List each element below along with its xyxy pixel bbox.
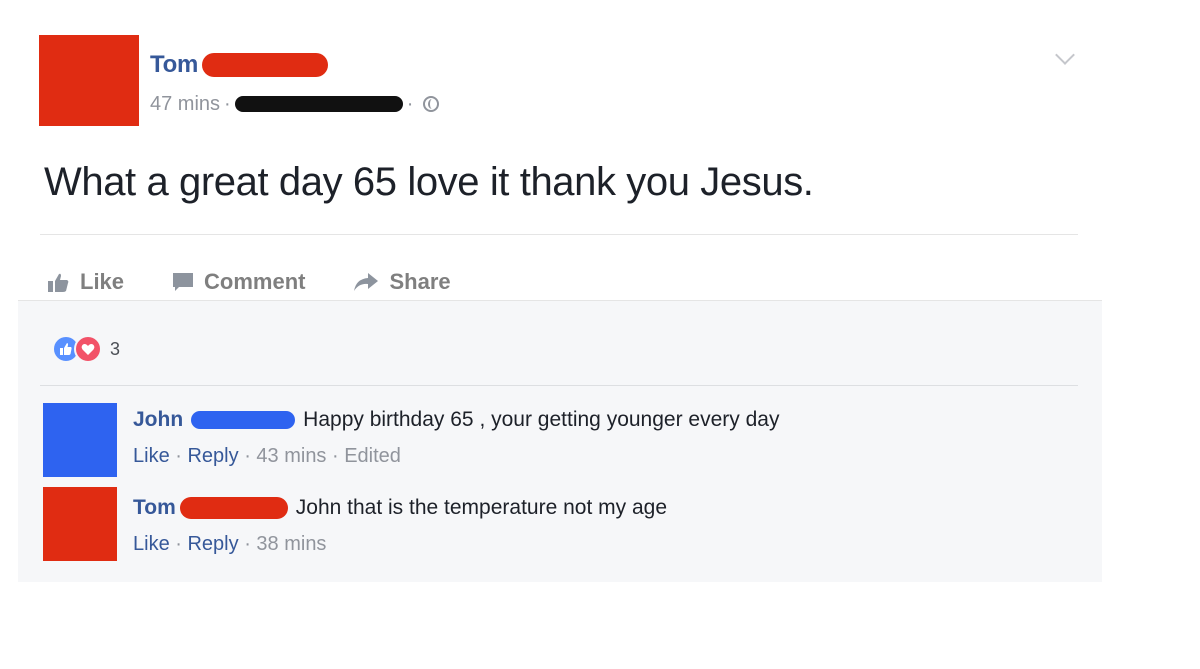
comment-reply-link[interactable]: Reply [187, 445, 238, 467]
separator-dot: · [244, 445, 257, 467]
divider [40, 385, 1078, 386]
like-button[interactable]: Like [48, 269, 124, 295]
post-card: Tom 47 mins · · What a great day 65 love… [18, 14, 1102, 582]
comment-like-link[interactable]: Like [133, 445, 170, 467]
comment-text: Happy birthday 65 , your getting younger… [303, 408, 780, 431]
post-text: What a great day 65 love it thank you Je… [44, 160, 814, 204]
comment-button[interactable]: Comment [172, 269, 305, 295]
commenter-name[interactable]: John [133, 408, 183, 432]
comment-icon [172, 272, 194, 292]
post-time[interactable]: 47 mins [150, 93, 220, 116]
comment-edited[interactable]: Edited [344, 445, 401, 467]
separator-dot: · [332, 445, 345, 467]
thumbs-up-icon [48, 272, 70, 292]
divider [40, 234, 1078, 235]
commenter-avatar[interactable] [43, 487, 117, 561]
redacted-surname [201, 53, 328, 77]
comments-section: 3 John Happy birthday 65 , your getting … [18, 300, 1102, 582]
author-avatar[interactable] [39, 35, 139, 126]
redacted-surname [179, 497, 288, 519]
comment-time[interactable]: 38 mins [256, 533, 326, 555]
globe-icon[interactable] [423, 96, 440, 112]
share-label: Share [389, 269, 451, 294]
comment-reply-link[interactable]: Reply [187, 533, 238, 555]
separator-dot: · [175, 445, 188, 467]
separator-dot: · [224, 92, 231, 115]
post-meta: 47 mins · · [150, 92, 440, 116]
separator-dot: · [406, 92, 414, 115]
reaction-summary[interactable]: 3 [52, 335, 120, 363]
separator-dot: · [175, 533, 188, 555]
comment-line: John Happy birthday 65 , your getting yo… [133, 403, 779, 437]
like-label: Like [80, 269, 125, 294]
comment-text: John that is the temperature not my age [295, 496, 667, 519]
comment-line: Tom John that is the temperature not my … [133, 491, 667, 525]
redacted-surname [191, 411, 296, 429]
comment-actions: Like · Reply · 38 mins [133, 533, 326, 556]
reaction-count: 3 [110, 338, 121, 359]
comment-like-link[interactable]: Like [133, 533, 170, 555]
author-name[interactable]: Tom [150, 51, 198, 79]
commenter-avatar[interactable] [43, 403, 117, 477]
redacted-location [234, 96, 403, 112]
share-arrow-icon [353, 272, 379, 292]
action-bar: Like Comment Share [48, 267, 499, 297]
share-button[interactable]: Share [353, 269, 451, 295]
comment-label: Comment [204, 269, 306, 294]
chevron-down-icon[interactable] [1055, 45, 1075, 65]
comment-time[interactable]: 43 mins [256, 445, 326, 467]
commenter-name[interactable]: Tom [133, 496, 176, 520]
love-reaction-icon [74, 335, 102, 363]
author-row: Tom [150, 50, 328, 80]
separator-dot: · [244, 533, 257, 555]
comment-actions: Like · Reply · 43 mins · Edited [133, 445, 401, 468]
